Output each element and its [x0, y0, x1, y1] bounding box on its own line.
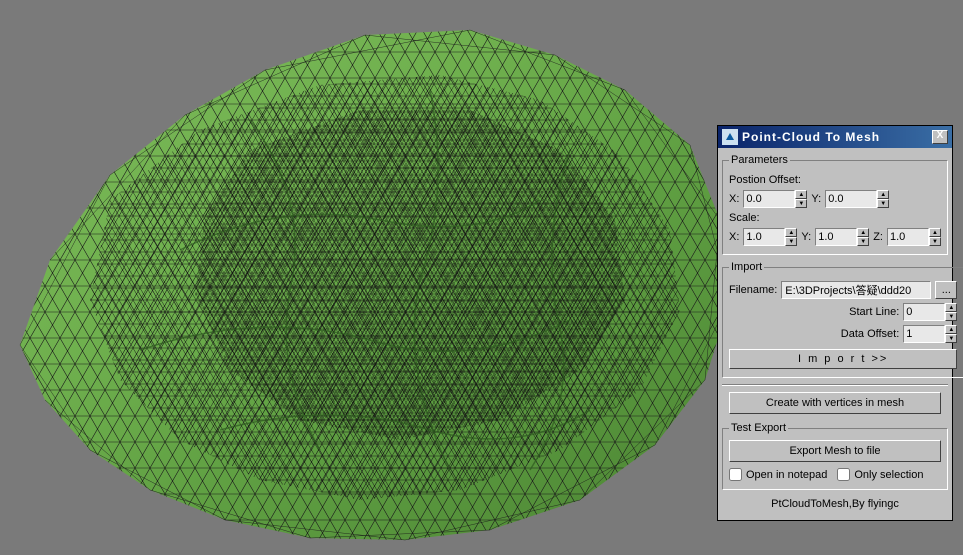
filename-label: Filename:	[729, 284, 777, 296]
start-line-label: Start Line:	[849, 306, 899, 318]
scale-y-spinner[interactable]: ▲▼	[815, 228, 869, 246]
only-selection-input[interactable]	[837, 468, 850, 481]
x-label: X:	[729, 193, 739, 205]
data-offset-spinner[interactable]: ▲▼	[903, 325, 957, 343]
spin-up-icon[interactable]: ▲	[785, 228, 797, 237]
spin-down-icon[interactable]: ▼	[877, 199, 889, 208]
offset-x-input[interactable]	[743, 190, 795, 208]
only-selection-checkbox[interactable]: Only selection	[837, 468, 923, 481]
scale-x-spinner[interactable]: ▲▼	[743, 228, 797, 246]
only-selection-label: Only selection	[854, 469, 923, 481]
filename-input[interactable]	[781, 281, 931, 299]
spin-up-icon[interactable]: ▲	[857, 228, 869, 237]
spin-down-icon[interactable]: ▼	[857, 237, 869, 246]
test-export-group: Test Export Export Mesh to file Open in …	[722, 422, 948, 490]
credit-text: PtCloudToMesh,By flyingc	[722, 498, 948, 510]
window-title: Point-Cloud To Mesh	[742, 130, 932, 144]
import-button[interactable]: I m p o r t >>	[729, 349, 957, 369]
import-group: Import Filename: ... Start Line: ▲▼ Data…	[722, 261, 963, 378]
spin-up-icon[interactable]: ▲	[945, 325, 957, 334]
scale-z-input[interactable]	[887, 228, 929, 246]
titlebar[interactable]: Point-Cloud To Mesh X	[718, 126, 952, 148]
spin-down-icon[interactable]: ▼	[795, 199, 807, 208]
offset-y-spinner[interactable]: ▲▼	[825, 190, 889, 208]
parameters-group: Parameters Postion Offset: X: ▲▼ Y: ▲▼ S…	[722, 154, 948, 255]
scale-y-label: Y:	[801, 231, 811, 243]
close-icon: X	[937, 130, 944, 141]
parameters-legend: Parameters	[729, 154, 790, 166]
import-legend: Import	[729, 261, 764, 273]
scale-z-label: Z:	[873, 231, 883, 243]
app-icon	[722, 129, 738, 145]
scale-z-spinner[interactable]: ▲▼	[887, 228, 941, 246]
y-label: Y:	[811, 193, 821, 205]
spin-up-icon[interactable]: ▲	[795, 190, 807, 199]
data-offset-label: Data Offset:	[841, 328, 900, 340]
offset-x-spinner[interactable]: ▲▼	[743, 190, 807, 208]
close-button[interactable]: X	[932, 130, 948, 144]
point-cloud-panel: Point-Cloud To Mesh X Parameters Postion…	[717, 125, 953, 521]
scale-x-input[interactable]	[743, 228, 785, 246]
start-line-spinner[interactable]: ▲▼	[903, 303, 957, 321]
open-notepad-checkbox[interactable]: Open in notepad	[729, 468, 827, 481]
spin-down-icon[interactable]: ▼	[945, 334, 957, 343]
scale-y-input[interactable]	[815, 228, 857, 246]
spin-up-icon[interactable]: ▲	[929, 228, 941, 237]
open-notepad-label: Open in notepad	[746, 469, 827, 481]
data-offset-input[interactable]	[903, 325, 945, 343]
scale-x-label: X:	[729, 231, 739, 243]
spin-down-icon[interactable]: ▼	[785, 237, 797, 246]
test-export-legend: Test Export	[729, 422, 788, 434]
browse-button[interactable]: ...	[935, 281, 957, 299]
offset-y-input[interactable]	[825, 190, 877, 208]
export-mesh-button[interactable]: Export Mesh to file	[729, 440, 941, 462]
spin-down-icon[interactable]: ▼	[945, 312, 957, 321]
spin-up-icon[interactable]: ▲	[877, 190, 889, 199]
divider	[722, 384, 948, 386]
spin-down-icon[interactable]: ▼	[929, 237, 941, 246]
start-line-input[interactable]	[903, 303, 945, 321]
open-notepad-input[interactable]	[729, 468, 742, 481]
spin-up-icon[interactable]: ▲	[945, 303, 957, 312]
scale-label: Scale:	[729, 212, 760, 224]
position-offset-label: Postion Offset:	[729, 174, 801, 186]
create-vertices-button[interactable]: Create with vertices in mesh	[729, 392, 941, 414]
